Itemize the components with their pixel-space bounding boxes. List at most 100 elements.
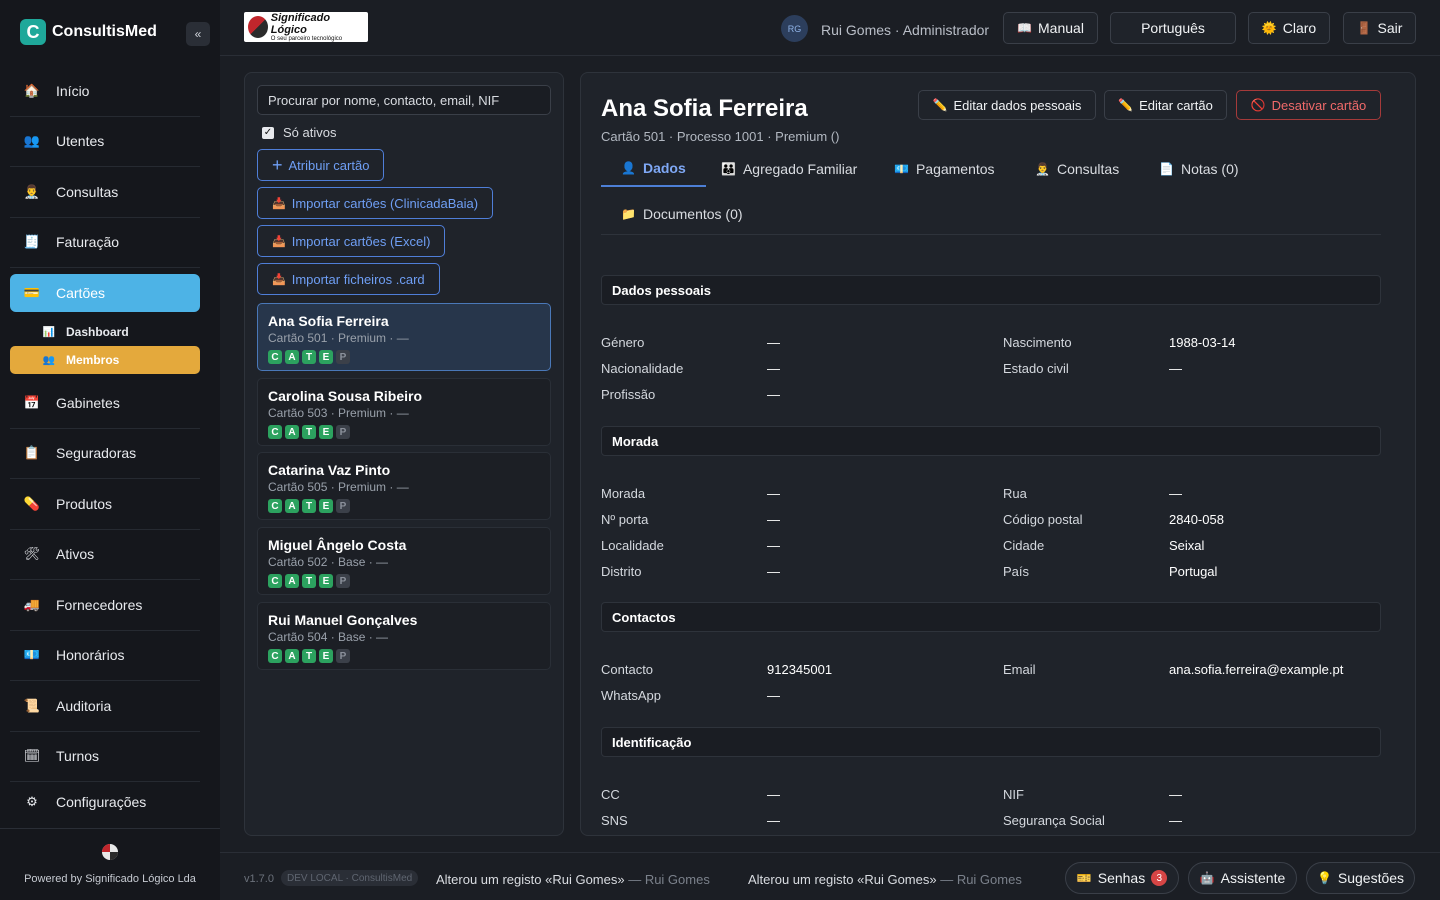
sidebar-item-turnos[interactable]: 🗓 Turnos bbox=[10, 732, 200, 782]
collapse-sidebar-button[interactable]: « bbox=[186, 22, 210, 46]
avatar[interactable]: RG bbox=[781, 15, 808, 42]
only-active-label: Só ativos bbox=[283, 125, 337, 140]
section-identification: Identificação bbox=[601, 727, 1381, 757]
field-label: Nº porta bbox=[601, 512, 649, 527]
badge-t: T bbox=[302, 649, 316, 663]
folder-icon: 📁 bbox=[621, 207, 636, 221]
sidebar-item-honorarios[interactable]: 💶 Honorários bbox=[10, 631, 200, 681]
tab-consultas[interactable]: 👨‍⚕️ Consultas bbox=[1015, 151, 1139, 187]
field-value: ana.sofia.ferreira@example.pt bbox=[1169, 662, 1344, 677]
doctor-icon: 👨‍⚕️ bbox=[1035, 162, 1050, 176]
field-value: — bbox=[767, 361, 780, 376]
suggestions-button[interactable]: 💡 Sugestões bbox=[1306, 862, 1415, 894]
sidebar-item-gabinetes[interactable]: 📅 Gabinetes bbox=[10, 378, 200, 429]
activity-log-item: Alterou um registo «Rui Gomes» — Rui Gom… bbox=[748, 872, 1022, 887]
chart-icon: 📊 bbox=[42, 326, 56, 338]
tab-documentos[interactable]: 📁 Documentos (0) bbox=[601, 196, 763, 232]
only-active-toggle[interactable]: ✓ Só ativos bbox=[262, 125, 336, 140]
field-value: — bbox=[767, 538, 780, 553]
sidebar-subitem-dashboard[interactable]: 📊 Dashboard bbox=[10, 318, 200, 346]
sidebar-item-utentes[interactable]: 👥 Utentes bbox=[10, 117, 200, 167]
family-icon: 👪 bbox=[721, 162, 736, 176]
edit-personal-data-button[interactable]: ✏️ Editar dados pessoais bbox=[918, 90, 1096, 120]
sidebar-item-fornecedores[interactable]: 🚚 Fornecedores bbox=[10, 580, 200, 631]
member-name: Catarina Vaz Pinto bbox=[268, 462, 391, 478]
badge-c: C bbox=[268, 425, 282, 439]
pencil-icon: ✏️ bbox=[1118, 98, 1134, 112]
environment-badge: DEV LOCAL · ConsultisMed bbox=[281, 870, 419, 886]
person-icon: 👤 bbox=[621, 161, 636, 175]
field-label: CC bbox=[601, 787, 620, 802]
door-icon: 🚪 bbox=[1356, 21, 1372, 35]
field-label: Contacto bbox=[601, 662, 654, 677]
inbox-icon: 📥 bbox=[272, 235, 286, 248]
list-item[interactable]: Ana Sofia Ferreira Cartão 501 · Premium … bbox=[257, 303, 551, 371]
sidebar-item-label: Produtos bbox=[56, 495, 113, 512]
field-label: Estado civil bbox=[1003, 361, 1069, 376]
tab-notas[interactable]: 📄 Notas (0) bbox=[1139, 151, 1259, 187]
manual-button[interactable]: 📖 Manual bbox=[1003, 12, 1098, 44]
sidebar-item-inicio[interactable]: 🏠 Início bbox=[10, 66, 200, 117]
pencil-icon: ✏️ bbox=[932, 98, 948, 112]
list-item[interactable]: Catarina Vaz Pinto Cartão 505 · Premium … bbox=[257, 452, 551, 520]
import-excel-button[interactable]: 📥 Importar cartões (Excel) bbox=[257, 225, 446, 257]
field-value: Portugal bbox=[1169, 564, 1218, 579]
list-item[interactable]: Carolina Sousa Ribeiro Cartão 503 · Prem… bbox=[257, 378, 551, 446]
badge-t: T bbox=[302, 574, 316, 588]
list-item[interactable]: Miguel Ângelo Costa Cartão 502 · Base · … bbox=[257, 527, 551, 595]
sidebar-subitem-membros[interactable]: 👥 Membros bbox=[10, 346, 200, 374]
badge-e: E bbox=[319, 425, 333, 439]
sidebar-item-faturacao[interactable]: 🧾 Faturação bbox=[10, 218, 200, 268]
money-icon: 💶 bbox=[894, 162, 909, 176]
sidebar-item-produtos[interactable]: 💊 Produtos bbox=[10, 479, 200, 530]
book-icon: 📖 bbox=[1017, 21, 1033, 35]
sidebar-item-seguradoras[interactable]: 📋 Seguradoras bbox=[10, 429, 200, 479]
theme-toggle-button[interactable]: 🌞 Claro bbox=[1248, 12, 1330, 44]
gear-icon: ⚙ bbox=[26, 794, 38, 809]
checkbox-checked-icon[interactable]: ✓ bbox=[262, 126, 274, 139]
search-input[interactable] bbox=[257, 85, 551, 115]
card-icon: 💳 bbox=[23, 285, 41, 300]
assistant-button[interactable]: 🤖 Assistente bbox=[1188, 862, 1297, 894]
badge-p: P bbox=[336, 649, 350, 663]
field-value: — bbox=[767, 512, 780, 527]
badge-p: P bbox=[336, 574, 350, 588]
field-value: — bbox=[767, 387, 780, 402]
member-subtitle: Cartão 502 · Base · — bbox=[268, 555, 389, 569]
field-value: Seixal bbox=[1169, 538, 1205, 553]
import-card-files-button[interactable]: 📥 Importar ficheiros .card bbox=[257, 263, 440, 295]
member-name: Miguel Ângelo Costa bbox=[268, 537, 407, 553]
member-subtitle: Cartão 503 · Premium · — bbox=[268, 406, 409, 420]
member-subtitle: Cartão 504 · Base · — bbox=[268, 630, 389, 644]
scroll-icon: 📜 bbox=[23, 697, 41, 713]
prohibited-icon: 🚫 bbox=[1250, 98, 1266, 112]
sidebar-item-auditoria[interactable]: 📜 Auditoria bbox=[10, 681, 200, 732]
tab-agregado-familiar[interactable]: 👪 Agregado Familiar bbox=[701, 151, 877, 187]
sidebar-item-ativos[interactable]: 🛠 Ativos bbox=[10, 530, 200, 580]
tab-dados[interactable]: 👤 Dados bbox=[601, 151, 706, 187]
field-label: Nacionalidade bbox=[601, 361, 684, 376]
sidebar-item-label: Seguradoras bbox=[56, 445, 137, 462]
tab-pagamentos[interactable]: 💶 Pagamentos bbox=[874, 151, 1015, 187]
brand[interactable]: C ConsultisMed bbox=[20, 19, 157, 45]
sidebar-item-configuracoes[interactable]: ⚙ Configurações bbox=[10, 782, 200, 822]
user-label: Rui Gomes · Administrador bbox=[821, 22, 990, 38]
field-value: — bbox=[767, 486, 780, 501]
sidebar-item-consultas[interactable]: 👨‍⚕️ Consultas bbox=[10, 167, 200, 218]
member-name: Ana Sofia Ferreira bbox=[268, 313, 389, 329]
senhas-button[interactable]: 🎫 Senhas 3 bbox=[1065, 862, 1179, 894]
sidebar-item-cartoes[interactable]: 💳 Cartões bbox=[10, 274, 200, 312]
member-name: Carolina Sousa Ribeiro bbox=[268, 388, 423, 404]
edit-card-button[interactable]: ✏️ Editar cartão bbox=[1104, 90, 1227, 120]
language-button[interactable]: Português bbox=[1110, 12, 1236, 44]
users-icon: 👥 bbox=[23, 133, 41, 149]
robot-icon: 🤖 bbox=[1199, 871, 1215, 885]
assign-card-button[interactable]: + Atribuir cartão bbox=[257, 149, 385, 181]
deactivate-card-button[interactable]: 🚫 Desativar cartão bbox=[1236, 90, 1381, 120]
sidebar-item-label: Honorários bbox=[56, 647, 125, 664]
import-clinica-button[interactable]: 📥 Importar cartões (ClinicadaBaia) bbox=[257, 187, 494, 219]
sidebar-subitem-label: Dashboard bbox=[66, 325, 129, 339]
list-item[interactable]: Rui Manuel Gonçalves Cartão 504 · Base ·… bbox=[257, 602, 551, 670]
powered-by-text: Powered by Significado Lógico Lda bbox=[24, 873, 196, 885]
logout-button[interactable]: 🚪 Sair bbox=[1343, 12, 1416, 44]
